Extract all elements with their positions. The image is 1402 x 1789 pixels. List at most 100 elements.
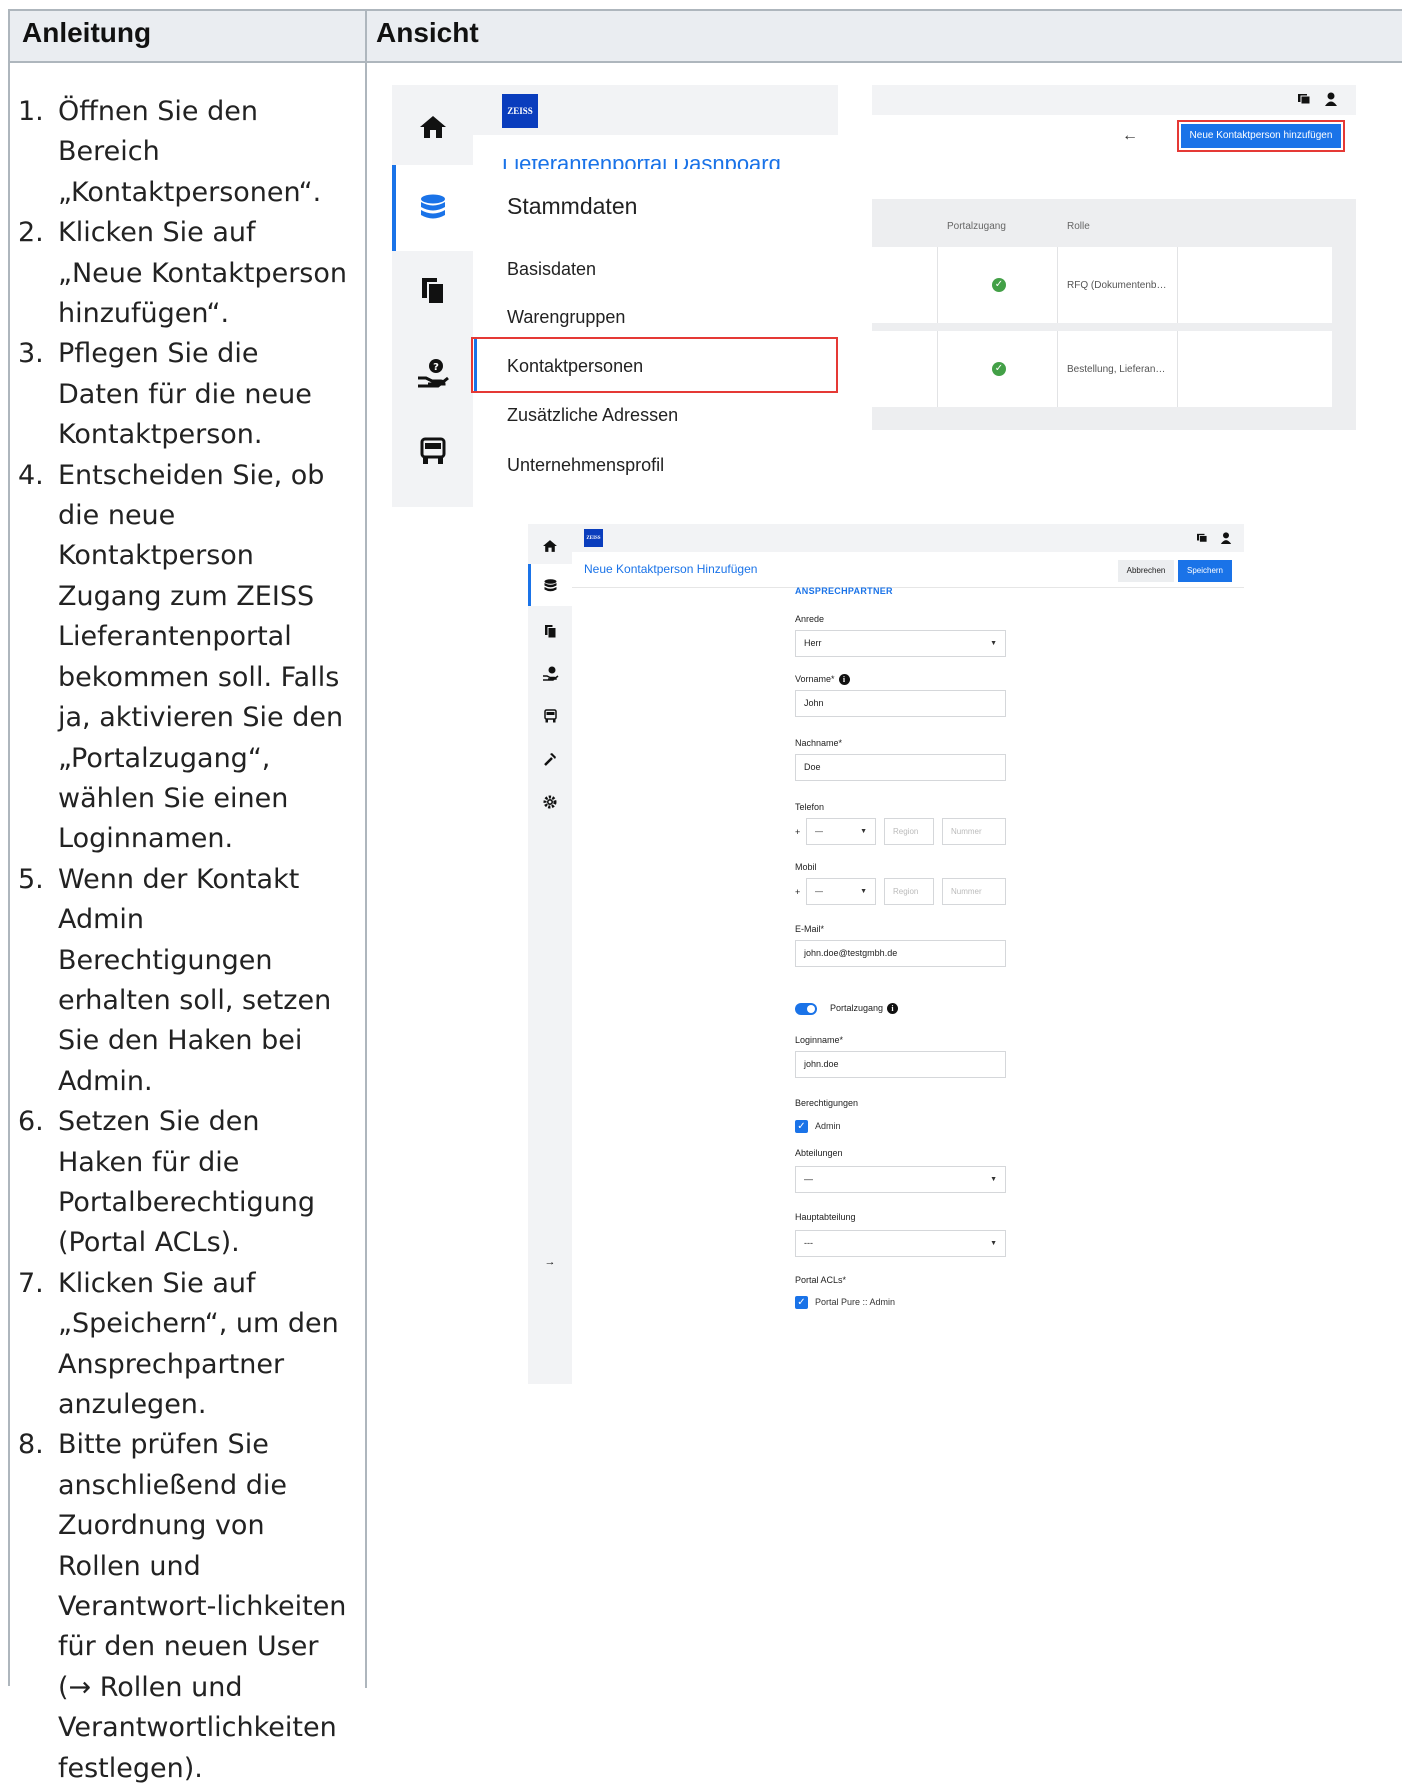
top-bar xyxy=(872,85,1356,115)
save-button[interactable]: Speichern xyxy=(1178,560,1232,582)
nachname-input[interactable]: Doe xyxy=(795,754,1006,781)
support-icon[interactable] xyxy=(528,662,572,684)
menu-item-basisdaten[interactable]: Basisdaten xyxy=(507,259,596,280)
telefon-number-input[interactable]: Nummer xyxy=(942,818,1006,845)
instruction-step: 5. Wenn der Kontakt Admin Berechtigungen … xyxy=(18,863,332,1097)
check-circle-icon: ✓ xyxy=(992,278,1006,292)
support-icon[interactable]: ? xyxy=(392,353,473,393)
role-text: Bestellung, Lieferan… xyxy=(1067,364,1166,375)
icon-rail: ? xyxy=(392,85,473,507)
gear-icon[interactable] xyxy=(528,791,572,813)
portal-access-toggle[interactable] xyxy=(795,1003,817,1015)
new-contact-form-screenshot: → ZEISS Neue Kontaktperson Hinzufügen Ab… xyxy=(528,524,1244,1384)
home-icon[interactable] xyxy=(528,535,572,557)
database-icon[interactable] xyxy=(392,188,473,228)
user-icon[interactable] xyxy=(1324,92,1338,106)
nachname-label: Nachname* xyxy=(795,738,843,748)
table-row[interactable]: ✓ Bestellung, Lieferan… xyxy=(872,331,1332,407)
instruction-list: 1. Öffnen Sie den Bereich „Kontaktpersone… xyxy=(18,92,348,1789)
back-arrow-icon[interactable]: ← xyxy=(1122,127,1138,145)
sidebar-screenshot: ? ZEISS Lieferantenportal Dashboard Stam… xyxy=(392,85,838,507)
info-icon: i xyxy=(838,674,850,686)
main-department-label: Hauptabteilung xyxy=(795,1212,856,1222)
menu-item-unternehmensprofil[interactable]: Unternehmensprofil xyxy=(507,455,664,476)
email-label: E-Mail* xyxy=(795,924,825,934)
departments-select[interactable]: — ▼ xyxy=(795,1166,1006,1193)
portal-acl-checkbox[interactable]: ✓ xyxy=(795,1296,808,1309)
menu-item-zusaetzliche-adressen[interactable]: Zusätzliche Adressen xyxy=(507,405,678,426)
login-label: Loginname* xyxy=(795,1035,844,1045)
caret-down-icon: ▼ xyxy=(860,888,867,895)
instruction-step: 3. Pflegen Sie die Daten für die neue Kon… xyxy=(18,338,312,451)
zeiss-logo: ZEISS xyxy=(584,529,603,547)
admin-checkbox[interactable]: ✓ xyxy=(795,1120,808,1133)
departments-label: Abteilungen xyxy=(795,1148,843,1158)
caret-down-icon: ▼ xyxy=(990,640,997,647)
contacts-grid: Portalzugang Rolle ✓ RFQ (Dokumentenb… ✓… xyxy=(872,199,1356,430)
documents-icon[interactable] xyxy=(1297,93,1311,105)
table-row[interactable]: ✓ RFQ (Dokumentenb… xyxy=(872,247,1332,323)
menu-item-warengruppen[interactable]: Warengruppen xyxy=(507,307,625,328)
main-department-select[interactable]: --- ▼ xyxy=(795,1230,1006,1257)
database-icon[interactable] xyxy=(528,575,572,597)
user-icon[interactable] xyxy=(1220,532,1232,544)
admin-checkbox-label: Admin xyxy=(815,1121,841,1131)
info-icon: i xyxy=(887,1003,899,1015)
portal-acl-checkbox-label: Portal Pure :: Admin xyxy=(815,1297,896,1307)
documents-icon[interactable] xyxy=(528,620,572,642)
permissions-label: Berechtigungen xyxy=(795,1098,859,1108)
new-contact-button[interactable]: Neue Kontaktperson hinzufügen xyxy=(1177,120,1345,152)
column-header-portalzugang: Portalzugang xyxy=(947,221,1006,232)
caret-down-icon: ▼ xyxy=(990,1240,997,1247)
header-anleitung: Anleitung xyxy=(22,17,152,48)
column-header-rolle: Rolle xyxy=(1067,221,1090,232)
vorname-label: Vorname* i xyxy=(795,674,850,686)
caret-down-icon: ▼ xyxy=(990,1176,997,1183)
login-input[interactable]: john.doe xyxy=(795,1051,1006,1078)
portal-access-label: Portalzugang i xyxy=(830,1003,899,1015)
instruction-step: 2. Klicken Sie auf „Neue Kontaktperson hi… xyxy=(18,217,347,330)
vorname-input[interactable]: John xyxy=(795,690,1006,717)
caret-down-icon: ▼ xyxy=(860,828,867,835)
telefon-label: Telefon xyxy=(795,802,825,812)
header-ansicht: Ansicht xyxy=(376,17,479,48)
hammer-icon[interactable] xyxy=(528,748,572,770)
menu-title: Stammdaten xyxy=(507,193,638,219)
email-input[interactable]: john.doe@testgmbh.de xyxy=(795,940,1006,967)
instruction-step: 7. Klicken Sie auf „Speichern“, um den A… xyxy=(18,1267,339,1420)
documents-icon[interactable] xyxy=(392,271,473,311)
top-bar: ZEISS xyxy=(572,524,1244,552)
contacts-table-screenshot: ← Neue Kontaktperson hinzufügen Portalzu… xyxy=(872,85,1356,430)
top-bar: ZEISS xyxy=(473,85,838,135)
mobil-region-input[interactable]: Region xyxy=(884,878,934,905)
telefon-country-select[interactable]: — ▼ xyxy=(806,818,876,845)
anrede-select[interactable]: Herr ▼ xyxy=(795,630,1006,657)
clipped-dashboard-title: Lieferantenportal Dashboard xyxy=(502,159,838,169)
mobil-label: Mobil xyxy=(795,862,817,872)
expand-arrow-icon[interactable]: → xyxy=(528,1251,572,1273)
svg-text:?: ? xyxy=(433,362,439,373)
portal-acls-label: Portal ACLs* xyxy=(795,1275,847,1285)
check-circle-icon: ✓ xyxy=(992,362,1006,376)
menu-item-kontaktpersonen[interactable]: Kontaktpersonen xyxy=(507,356,643,377)
instruction-step: 6. Setzen Sie den Haken für die Portalber… xyxy=(18,1106,315,1259)
instruction-step: 1. Öffnen Sie den Bereich „Kontaktpersone… xyxy=(18,96,322,208)
anrede-label: Anrede xyxy=(795,614,825,624)
mobil-number-input[interactable]: Nummer xyxy=(942,878,1006,905)
cancel-button[interactable]: Abbrechen xyxy=(1118,560,1174,582)
section-title: ANSPRECHPARTNER xyxy=(795,586,893,596)
home-icon[interactable] xyxy=(392,107,473,147)
mobil-country-select[interactable]: — ▼ xyxy=(806,878,876,905)
instruction-step: 8. Bitte prüfen Sie anschließend die Zuor… xyxy=(18,1429,347,1784)
page-title: Neue Kontaktperson Hinzufügen xyxy=(584,562,758,576)
instruction-step: 4. Entscheiden Sie, ob die neue Kontaktpe… xyxy=(18,459,344,855)
zeiss-logo: ZEISS xyxy=(502,94,538,128)
truck-icon[interactable] xyxy=(528,705,572,727)
role-text: RFQ (Dokumentenb… xyxy=(1067,280,1167,291)
icon-rail: → xyxy=(528,524,572,1384)
column-divider xyxy=(365,11,367,1688)
documents-icon[interactable] xyxy=(1196,533,1208,543)
truck-icon[interactable] xyxy=(392,432,473,472)
table-header-row: Anleitung Ansicht xyxy=(10,11,1402,63)
telefon-region-input[interactable]: Region xyxy=(884,818,934,845)
